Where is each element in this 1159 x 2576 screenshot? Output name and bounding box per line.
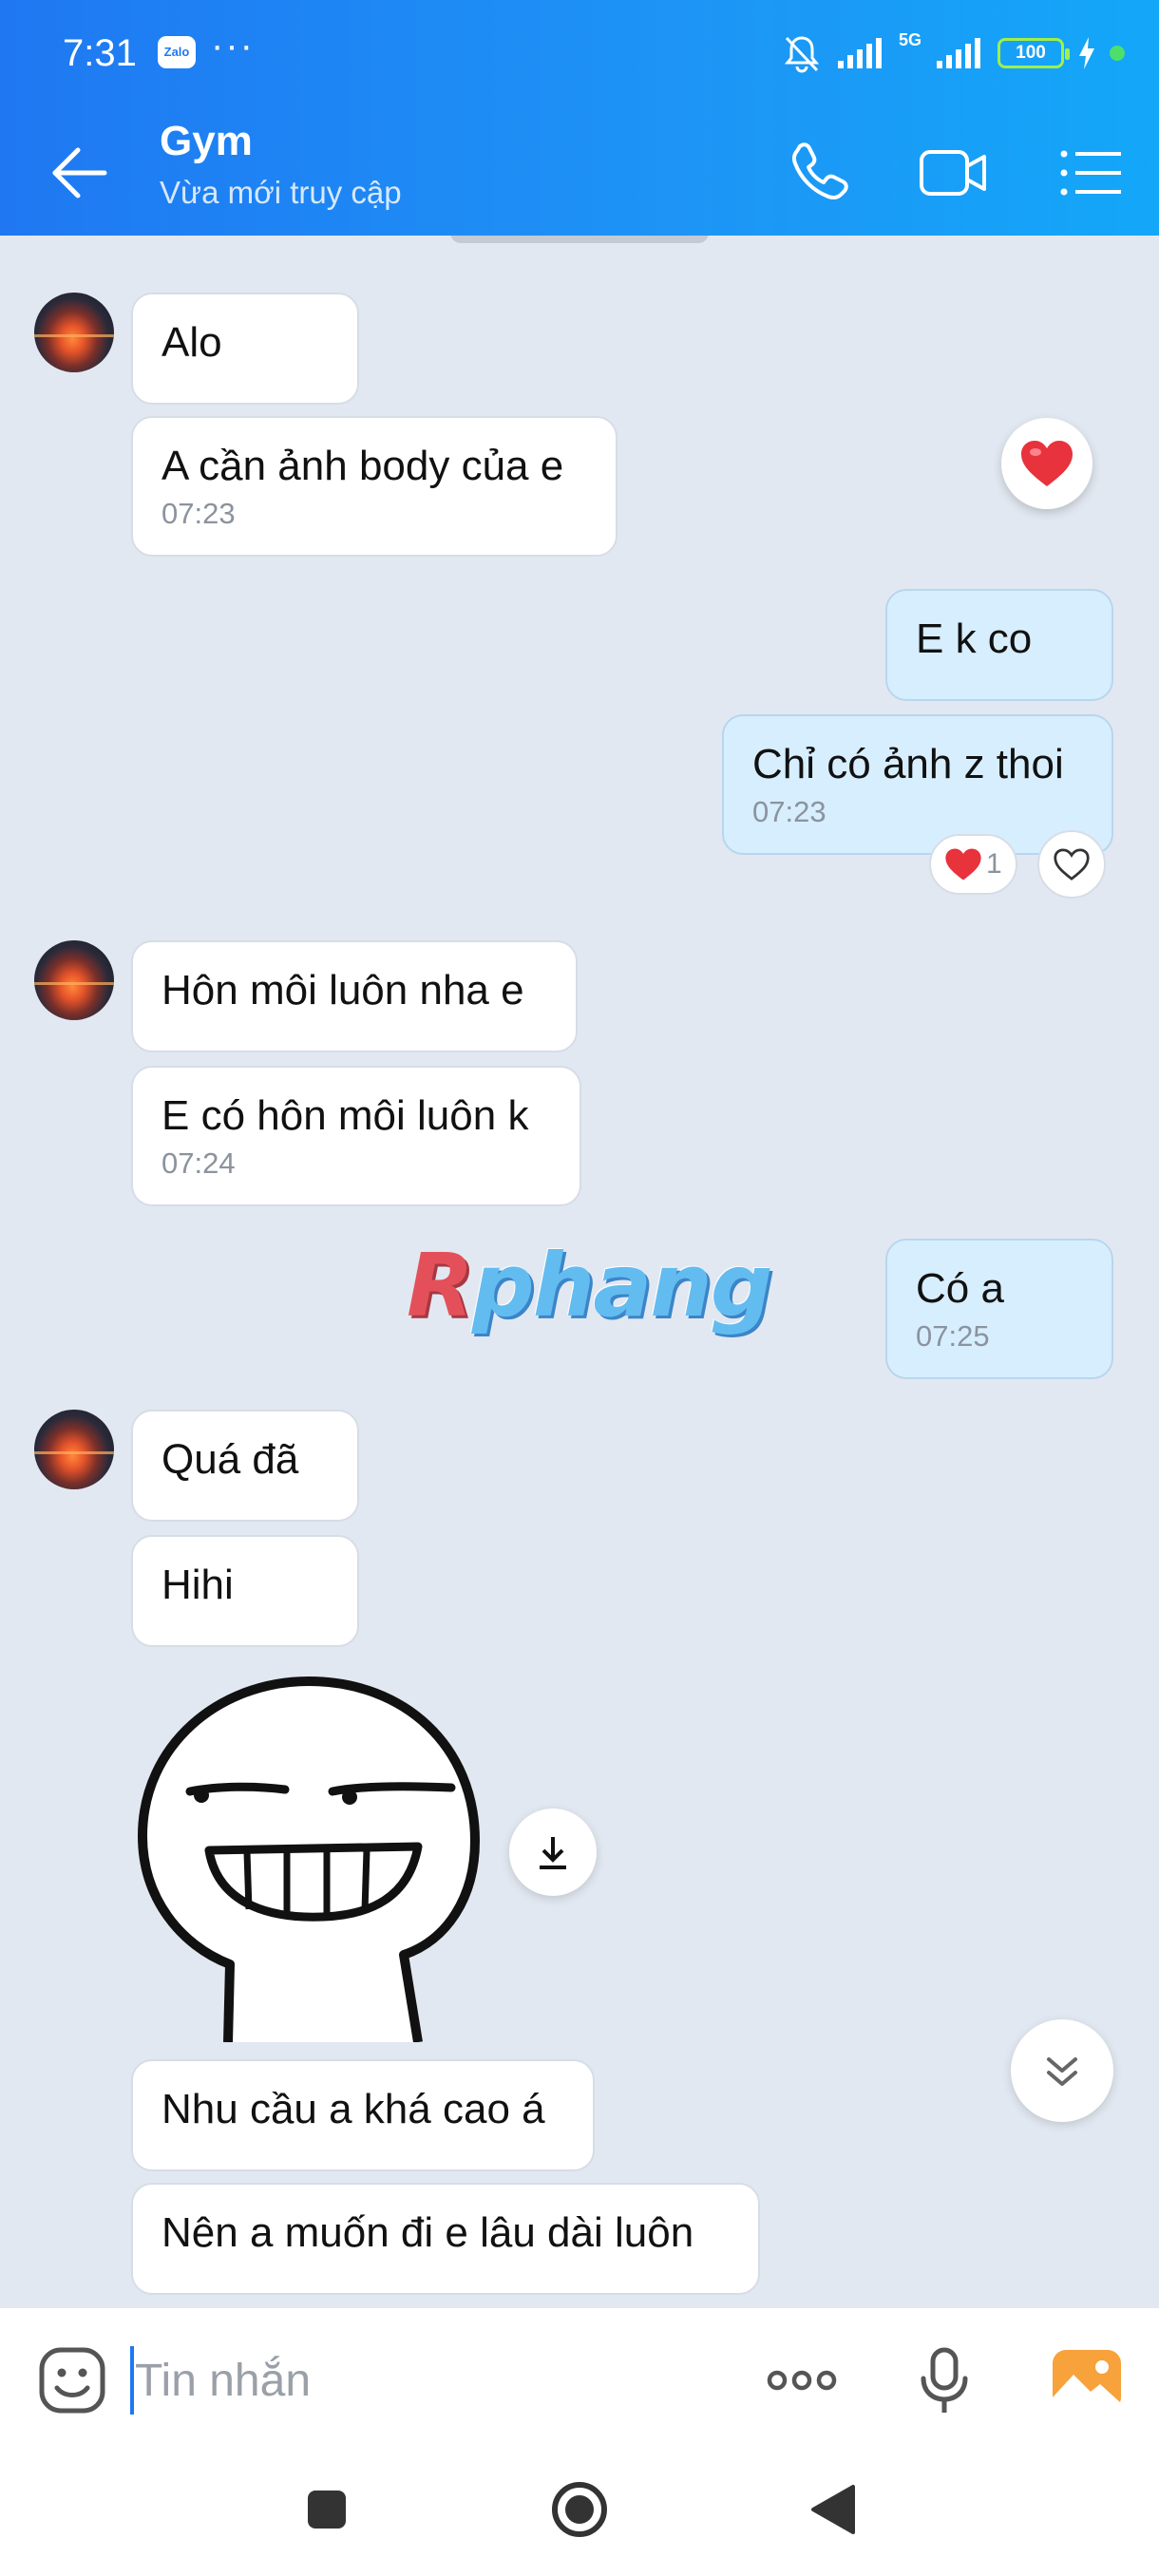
reaction-count: 1 [986, 848, 1002, 880]
more-notifications-icon: ··· [211, 25, 255, 66]
message-text: Có a [916, 1265, 1004, 1312]
message-text: Quá đã [162, 1436, 299, 1483]
contact-avatar[interactable] [34, 940, 114, 1020]
reaction-summary[interactable]: 1 [929, 834, 1017, 895]
message-time: 07:25 [916, 1319, 990, 1353]
watermark-logo: Rphang [407, 1235, 773, 1336]
message-time: 07:23 [752, 795, 826, 828]
recents-square-icon[interactable] [291, 2473, 363, 2546]
phone-icon[interactable] [781, 135, 857, 211]
contact-avatar[interactable] [34, 293, 114, 372]
status-bar: 7:31 Zalo ··· 5G 100 [0, 0, 1159, 106]
message-text: E có hôn môi luôn k [162, 1092, 529, 1139]
heart-filled-icon [945, 848, 981, 881]
heart-outline-icon [1054, 848, 1090, 881]
message-bubble-incoming[interactable]: E có hôn môi luôn k 07:24 [131, 1066, 581, 1206]
watermark-text: phang [471, 1235, 773, 1336]
chat-status: Vừa mới truy cập [160, 175, 402, 210]
chat-messages[interactable]: Alo A cần ảnh body của e 07:23 E k co Ch… [0, 236, 1159, 2306]
status-icons: 5G 100 [781, 28, 1125, 78]
scroll-indicator [450, 236, 709, 243]
menu-list-icon[interactable] [1053, 135, 1129, 211]
message-text: E k co [916, 616, 1033, 662]
charging-icon [1079, 37, 1094, 69]
heart-filled-icon [1021, 441, 1073, 486]
message-text: Nên a muốn đi e lâu dài luôn [162, 2209, 694, 2256]
message-input[interactable] [135, 2340, 705, 2420]
reaction-heart-button[interactable] [1001, 418, 1092, 509]
home-circle-icon[interactable] [543, 2473, 616, 2546]
download-sticker-button[interactable] [509, 1809, 597, 1896]
message-bubble-incoming[interactable]: Alo [131, 293, 359, 405]
back-arrow-icon[interactable] [42, 135, 118, 211]
message-bubble-outgoing[interactable]: Có a 07:25 [885, 1239, 1113, 1379]
message-bubble-incoming[interactable]: Nhu cầu a khá cao á [131, 2059, 595, 2171]
signal-5g-icon [937, 38, 980, 68]
message-bubble-outgoing[interactable]: E k co [885, 589, 1113, 701]
download-icon [540, 1837, 566, 1869]
video-call-icon[interactable] [916, 135, 992, 211]
message-text: Alo [162, 319, 222, 366]
double-chevron-down-icon [1047, 2057, 1077, 2086]
message-bubble-incoming[interactable]: Quá đã [131, 1410, 359, 1522]
chat-title[interactable]: Gym [160, 118, 253, 165]
emoji-icon[interactable] [34, 2342, 110, 2418]
microphone-icon[interactable] [906, 2342, 982, 2418]
message-text: A cần ảnh body của e [162, 443, 564, 489]
text-cursor [130, 2346, 134, 2415]
sticker-grin-face[interactable] [133, 1670, 494, 2042]
react-button[interactable] [1037, 830, 1106, 899]
message-bubble-incoming[interactable]: Hôn môi luôn nha e [131, 940, 578, 1052]
app-header: 7:31 Zalo ··· 5G 100 Gym Vừa mới truy cậ… [0, 0, 1159, 236]
more-icon[interactable] [764, 2342, 840, 2418]
message-bubble-incoming[interactable]: Nên a muốn đi e lâu dài luôn [131, 2183, 760, 2295]
watermark-letter: R [407, 1235, 474, 1336]
privacy-dot-icon [1110, 46, 1125, 61]
message-text: Chỉ có ảnh z thoi [752, 741, 1064, 787]
network-type-label: 5G [898, 30, 922, 49]
contact-avatar[interactable] [34, 1410, 114, 1489]
chat-topbar: Gym Vừa mới truy cập [0, 106, 1159, 236]
status-time: 7:31 [63, 32, 137, 74]
message-text: Hihi [162, 1562, 234, 1608]
signal-icon [837, 38, 882, 68]
back-triangle-icon[interactable] [798, 2473, 870, 2546]
mute-bell-icon [784, 36, 820, 73]
message-composer [0, 2306, 1159, 2437]
zalo-notification-icon: Zalo [158, 36, 196, 68]
message-time: 07:23 [162, 497, 236, 530]
message-text: Nhu cầu a khá cao á [162, 2086, 545, 2132]
image-icon[interactable] [1049, 2342, 1125, 2418]
message-time: 07:24 [162, 1146, 236, 1180]
scroll-to-bottom-button[interactable] [1011, 2019, 1113, 2122]
message-bubble-incoming[interactable]: A cần ảnh body của e 07:23 [131, 416, 618, 557]
system-navigation-bar [0, 2437, 1159, 2576]
message-bubble-incoming[interactable]: Hihi [131, 1535, 359, 1647]
message-text: Hôn môi luôn nha e [162, 967, 524, 1013]
battery-indicator: 100 [998, 38, 1070, 68]
